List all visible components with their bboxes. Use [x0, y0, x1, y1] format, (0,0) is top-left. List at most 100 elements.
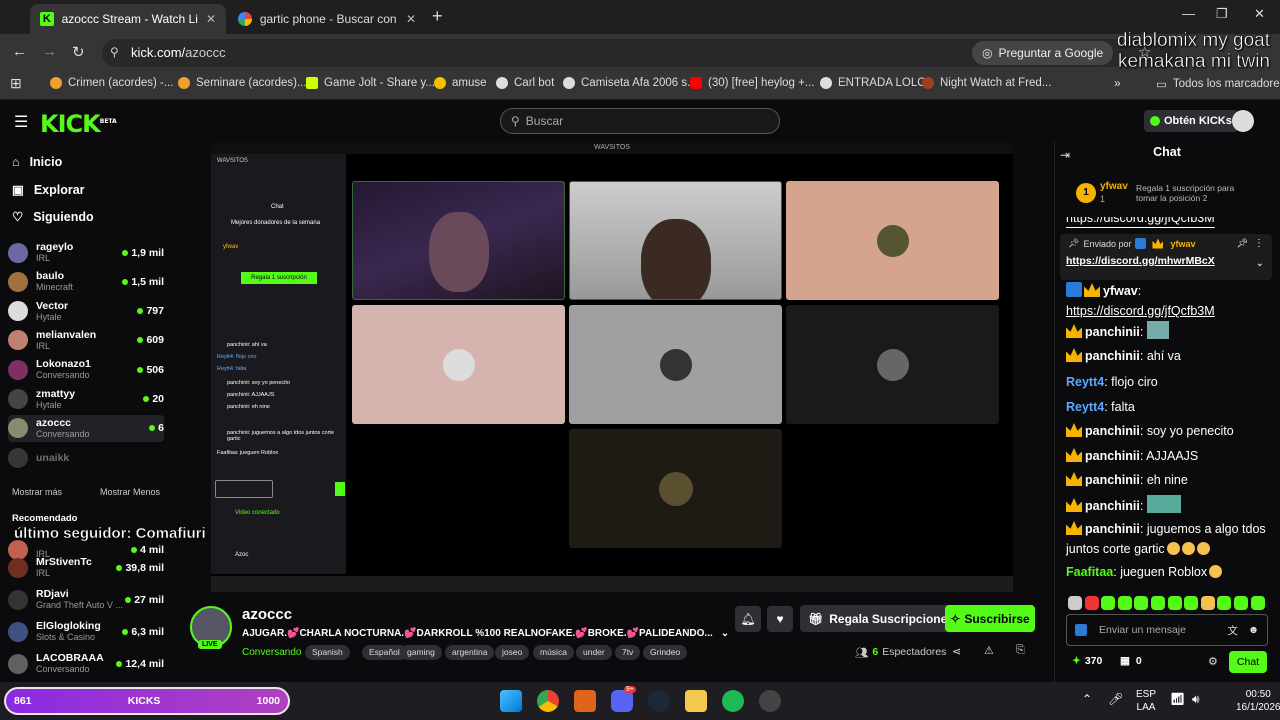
channel-item[interactable]: LACOBRAAA Conversando 12,4 mil	[8, 650, 164, 677]
pinned-link[interactable]: https://discord.gg/mhwrMBcX	[1066, 255, 1215, 267]
chevron-down-icon[interactable]: ⌄	[721, 628, 729, 639]
bookmark[interactable]: Game Jolt - Share y...	[306, 77, 435, 89]
show-more-button[interactable]: Mostrar más	[12, 487, 62, 497]
emote-icon[interactable]	[1101, 596, 1116, 610]
site-info-icon[interactable]: ⚲	[110, 45, 119, 59]
stream-tag[interactable]: Grindeo	[643, 645, 688, 660]
emote-icon[interactable]	[1234, 596, 1248, 610]
emote-icon[interactable]	[1084, 596, 1099, 610]
gifter-name[interactable]: yfwav	[1100, 181, 1128, 192]
chevron-down-icon[interactable]: ⌄	[1256, 258, 1264, 269]
forward-icon[interactable]: →	[42, 43, 57, 60]
chat-username[interactable]: Reytt4	[1066, 375, 1104, 389]
share-icon[interactable]: ⋖	[952, 645, 961, 658]
stream-category[interactable]: Conversando	[242, 647, 301, 658]
emote-icon[interactable]	[1117, 596, 1132, 610]
more-bookmarks-icon[interactable]: »	[1114, 76, 1121, 90]
chat-username[interactable]: panchinii	[1085, 449, 1140, 463]
bookmark[interactable]: Crimen (acordes) -...	[50, 77, 173, 89]
all-bookmarks[interactable]: ▭ Todos los marcadores	[1156, 77, 1280, 91]
chat-send-button[interactable]: Chat	[1229, 651, 1267, 673]
url-text[interactable]: kick.com/azoccc	[131, 45, 226, 60]
spotify-icon[interactable]	[722, 690, 744, 712]
file-explorer-icon[interactable]	[685, 690, 707, 712]
bookmark[interactable]: Camiseta Afa 2006 s...	[563, 77, 697, 89]
emote-icon[interactable]	[1250, 596, 1265, 610]
back-icon[interactable]: ←	[12, 43, 27, 60]
channel-item[interactable]: baulo Minecraft 1,5 mil	[8, 268, 164, 295]
chat-username[interactable]: panchinii	[1085, 522, 1140, 536]
close-window-icon[interactable]: ✕	[1254, 6, 1265, 22]
emote-icon[interactable]	[1134, 596, 1149, 610]
emote-icon[interactable]	[1217, 596, 1232, 610]
fl-studio-icon[interactable]	[574, 690, 596, 712]
chat-username[interactable]: yfwav	[1103, 284, 1138, 298]
stream-tag[interactable]: argentina	[445, 645, 495, 660]
volume-icon[interactable]: 🔊︎	[1192, 692, 1200, 707]
restore-icon[interactable]: ❐	[1216, 6, 1228, 22]
channel-item[interactable]: RDjavi Grand Theft Auto V ... 27 mil	[8, 586, 164, 613]
emote-picker-icon[interactable]: ☻	[1248, 624, 1259, 636]
channel-item[interactable]: rageylo IRL 1,9 mil	[8, 239, 164, 266]
emote-icon[interactable]	[1068, 596, 1082, 610]
bookmark[interactable]: ENTRADA LOLO	[820, 77, 926, 89]
clip-icon[interactable]: ⎘	[1016, 644, 1025, 657]
chat-username[interactable]: Faafitaa	[1066, 565, 1113, 579]
bookmark[interactable]: amuse	[434, 77, 487, 89]
search-input[interactable]: ⚲ Buscar	[500, 108, 780, 134]
nav-home[interactable]: ⌂ Inicio	[12, 155, 62, 169]
emote-icon[interactable]	[1151, 596, 1165, 610]
obs-icon[interactable]	[759, 690, 781, 712]
stream-tag[interactable]: joseo	[495, 645, 530, 660]
bookmark[interactable]: Night Watch at Fred...	[922, 77, 1051, 89]
close-tab-icon[interactable]: ✕	[406, 12, 416, 26]
channel-item[interactable]: unaikk	[8, 444, 164, 471]
follow-button[interactable]: ♥	[767, 606, 793, 632]
user-avatar[interactable]	[1232, 110, 1254, 132]
chat-link[interactable]: https://discord.gg/jfQcfb3M	[1066, 304, 1215, 318]
windows-start-icon[interactable]	[500, 690, 522, 712]
more-icon[interactable]: ⋮	[1254, 238, 1264, 249]
language-indicator[interactable]: ESP LAA	[1136, 688, 1156, 714]
minimize-icon[interactable]: —	[1182, 6, 1195, 21]
tray-chevron-icon[interactable]: ⌃	[1082, 692, 1092, 706]
translate-icon[interactable]: 文	[1227, 623, 1238, 638]
channel-item[interactable]: MrStivenTc IRL 39,8 mil	[8, 554, 164, 581]
tab-kick[interactable]: K azoccc Stream - Watch Live on ✕	[30, 4, 226, 34]
kicks-balance[interactable]: ✦ 370	[1072, 655, 1102, 667]
chrome-icon[interactable]	[537, 690, 559, 712]
chat-username[interactable]: panchinii	[1085, 499, 1140, 513]
channel-item[interactable]: ElGlogloking Slots & Casino 6,3 mil	[8, 618, 164, 645]
nav-explore[interactable]: ▣ Explorar	[12, 182, 85, 198]
report-icon[interactable]: ⚠	[984, 644, 994, 657]
steam-icon[interactable]	[648, 690, 670, 712]
channel-item[interactable]: zmattyy Hytale 20	[8, 386, 164, 413]
chat-input[interactable]: Enviar un mensaje 文 ☻	[1066, 614, 1268, 646]
reload-icon[interactable]: ↻	[72, 43, 85, 61]
stream-tag[interactable]: under	[576, 645, 612, 660]
stream-tag[interactable]: 7tv	[615, 645, 641, 660]
emote-icon[interactable]	[1167, 596, 1182, 610]
tab-google[interactable]: gartic phone - Buscar con Goog ✕	[228, 4, 426, 34]
chat-username[interactable]: Reytt4	[1066, 400, 1104, 414]
channel-item[interactable]: azoccc Conversando 6	[8, 414, 164, 442]
get-kicks-button[interactable]: Obtén KICKs	[1144, 110, 1238, 132]
stream-tag[interactable]: gaming	[400, 645, 442, 660]
system-clock[interactable]: 00:50 16/1/2026	[1236, 688, 1280, 714]
discord-icon[interactable]	[611, 690, 633, 712]
subscribe-button[interactable]: ✧ Suscribirse	[945, 605, 1035, 632]
stream-tag[interactable]: Spanish	[305, 645, 350, 660]
channel-name[interactable]: azoccc	[242, 606, 292, 623]
bookmark[interactable]: Seminare (acordes)...	[178, 77, 307, 89]
menu-icon[interactable]: ☰	[14, 112, 28, 132]
points-balance[interactable]: ▦ 0	[1120, 655, 1142, 667]
chat-username[interactable]: panchinii	[1085, 325, 1140, 339]
wifi-icon[interactable]: 📶︎	[1170, 692, 1185, 706]
microphone-icon[interactable]: 🎤︎	[1108, 692, 1123, 706]
apps-grid-icon[interactable]: ⊞	[10, 75, 22, 92]
new-tab-icon[interactable]: +	[432, 6, 443, 27]
kick-logo[interactable]: KICKBETA	[40, 110, 117, 138]
nav-following[interactable]: ♡ Siguiendo	[12, 209, 94, 225]
chat-username[interactable]: panchinii	[1085, 349, 1140, 363]
bookmark[interactable]: Carl bot	[496, 77, 554, 89]
